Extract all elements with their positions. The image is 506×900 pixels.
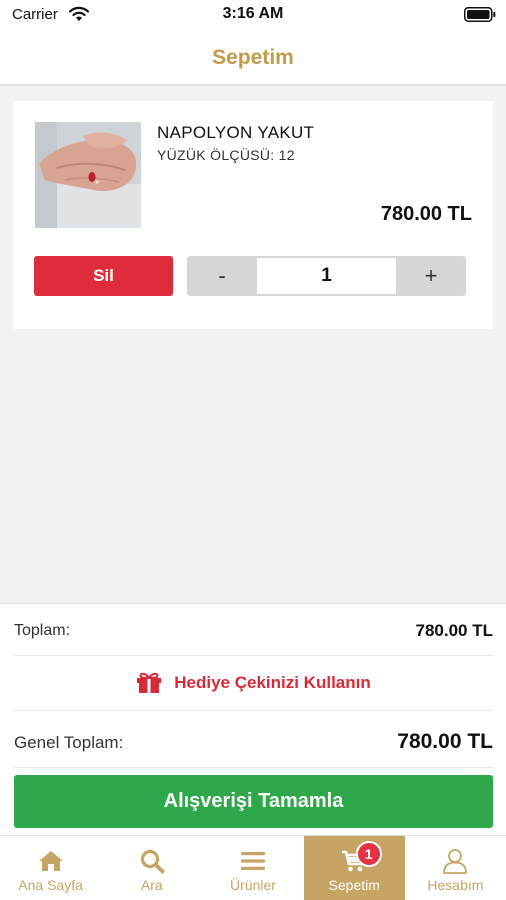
- tab-label: Sepetim: [328, 877, 380, 893]
- product-name: NAPOLYON YAKUT: [157, 123, 315, 142]
- subtotal-row: Toplam: 780.00 TL: [14, 604, 493, 656]
- cart-item: NAPOLYON YAKUT YÜZÜK ÖLÇÜSÜ: 12 780.00 T…: [14, 101, 493, 329]
- tab-search[interactable]: Ara: [101, 836, 202, 900]
- home-icon: [38, 851, 63, 871]
- tab-bar: Ana Sayfa Ara Ürünler 1 Sepetim Hesabım: [0, 835, 506, 900]
- decrement-button[interactable]: -: [187, 256, 257, 296]
- status-bar: Carrier 3:16 AM: [0, 0, 506, 30]
- grand-total-label: Genel Toplam:: [14, 733, 124, 752]
- subtotal-value: 780.00 TL: [415, 621, 494, 640]
- gift-voucher-link[interactable]: Hediye Çekinizi Kullanın: [14, 656, 493, 711]
- product-image[interactable]: [35, 122, 141, 228]
- tab-home[interactable]: Ana Sayfa: [0, 836, 101, 900]
- search-icon: [140, 849, 165, 874]
- grand-total-value: 780.00 TL: [397, 730, 493, 753]
- battery-icon: [464, 7, 496, 22]
- tab-account[interactable]: Hesabım: [405, 836, 506, 900]
- page-title: Sepetim: [212, 46, 294, 69]
- cart-count-badge: 1: [355, 841, 382, 867]
- grand-total-row: Genel Toplam: 780.00 TL: [14, 711, 493, 768]
- gift-icon: [137, 672, 162, 693]
- quantity-stepper: - 1 +: [187, 256, 466, 296]
- tab-label: Hesabım: [427, 877, 484, 893]
- product-price: 780.00 TL: [380, 203, 472, 225]
- tab-label: Ana Sayfa: [18, 877, 83, 893]
- increment-button[interactable]: +: [396, 256, 466, 296]
- clock: 3:16 AM: [222, 5, 284, 22]
- tab-products[interactable]: Ürünler: [202, 836, 303, 900]
- subtotal-label: Toplam:: [14, 622, 71, 639]
- checkout-button[interactable]: Alışverişi Tamamla: [14, 775, 493, 828]
- gift-voucher-label: Hediye Çekinizi Kullanın: [174, 673, 371, 692]
- quantity-value[interactable]: 1: [257, 258, 396, 294]
- product-size: YÜZÜK ÖLÇÜSÜ: 12: [157, 147, 295, 163]
- tab-cart[interactable]: 1 Sepetim: [303, 836, 405, 900]
- tab-label: Ürünler: [230, 877, 276, 893]
- menu-icon: [241, 852, 265, 870]
- nav-bar: Sepetim: [0, 30, 506, 86]
- delete-button[interactable]: Sil: [34, 256, 173, 296]
- order-summary: Toplam: 780.00 TL Hediye Çekinizi Kullan…: [0, 603, 506, 835]
- user-icon: [443, 849, 468, 874]
- tab-label: Ara: [140, 877, 163, 893]
